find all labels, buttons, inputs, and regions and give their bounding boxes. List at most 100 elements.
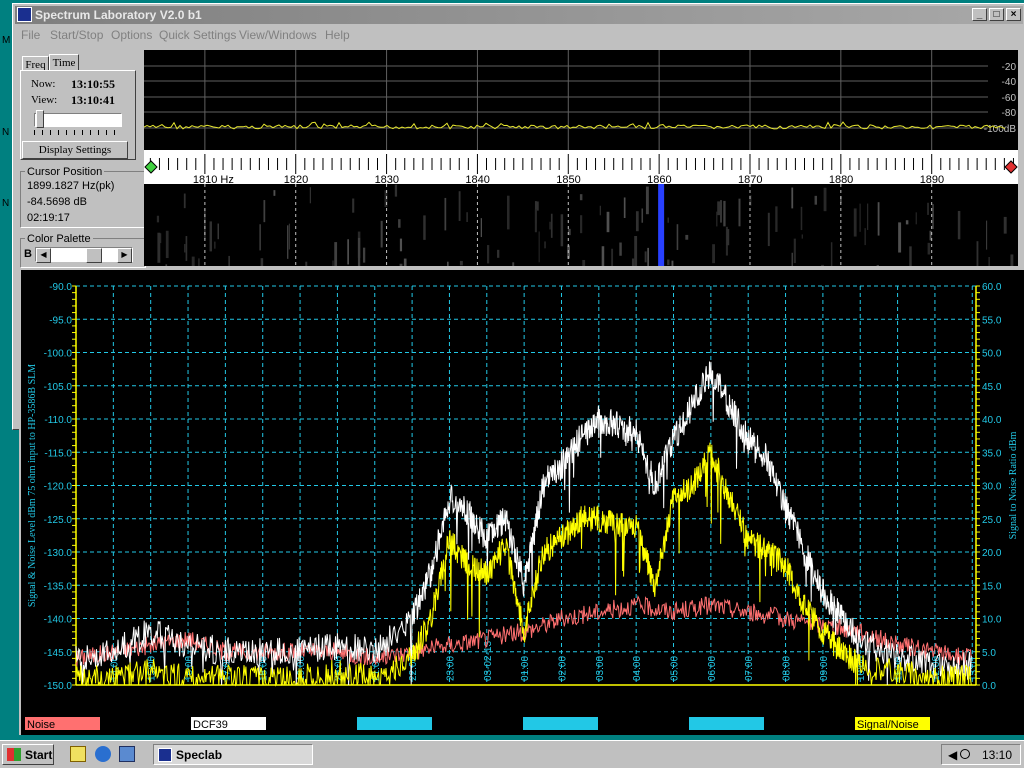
x-tick-label: 06:00 xyxy=(707,656,718,681)
waterfall-streak xyxy=(183,193,186,209)
db-label: -100dB xyxy=(984,124,1017,135)
palette-slider[interactable]: ◀ ▶ xyxy=(35,247,133,263)
waterfall-streak xyxy=(635,211,639,232)
waterfall-streak xyxy=(217,223,219,240)
db-label: -60 xyxy=(1002,93,1017,104)
waterfall-streak xyxy=(932,204,934,229)
waterfall-streak xyxy=(579,194,583,201)
db-label: -20 xyxy=(1002,62,1017,73)
task-label: Speclab xyxy=(176,748,223,762)
frequency-label: 1820 xyxy=(284,174,308,184)
speaker-icon[interactable]: ◀ xyxy=(948,748,957,762)
y2-tick-label: 30.0 xyxy=(982,482,1002,493)
waterfall-streak xyxy=(859,203,861,232)
menu-file[interactable]: File xyxy=(21,26,40,44)
y-tick-label: -135.0 xyxy=(44,581,73,592)
y2-tick-label: 50.0 xyxy=(982,349,1002,360)
frequency-scale[interactable]: 1810 Hz 1820 1830 1840 1850 1860 1870 1880 1890 xyxy=(144,150,1018,184)
waterfall-streak xyxy=(423,215,426,240)
waterfall-streak xyxy=(976,241,979,266)
time-slider-track[interactable] xyxy=(34,113,122,127)
frequency-label: 1810 Hz xyxy=(193,174,234,184)
waterfall-display[interactable] xyxy=(144,184,1018,266)
waterfall-streak xyxy=(347,239,349,265)
waterfall-streak xyxy=(458,191,461,221)
y2-tick-label: 45.0 xyxy=(982,382,1002,393)
palette-slider-thumb[interactable] xyxy=(86,248,102,263)
waterfall-streak xyxy=(403,258,407,266)
channels-icon[interactable] xyxy=(119,746,135,762)
time-slider-thumb[interactable] xyxy=(36,110,44,128)
waterfall-streak xyxy=(185,236,188,261)
waterfall-streak xyxy=(601,246,605,266)
waterfall-streak xyxy=(877,202,880,236)
db-label: -40 xyxy=(1002,77,1017,88)
minimize-button[interactable]: _ xyxy=(972,8,987,21)
cursor-frequency: 1899.1827 Hz(pk) xyxy=(27,180,115,192)
chart-window: -90.0 60.0 -95.0 55.0 -100.0 50.0 -105.0 45.0 -1… xyxy=(19,268,1024,735)
view-label: View: xyxy=(31,94,58,106)
waterfall-streak xyxy=(165,264,168,266)
x-tick-label: 23:00 xyxy=(445,656,456,681)
side-letter: M xyxy=(2,35,11,46)
waterfall-streak xyxy=(867,203,869,230)
desktop-icon[interactable] xyxy=(70,746,86,762)
y2-tick-label: 10.0 xyxy=(982,615,1002,626)
y-tick-label: -125.0 xyxy=(44,515,73,526)
y-tick-label: -120.0 xyxy=(44,482,73,493)
internet-explorer-icon[interactable] xyxy=(95,746,111,762)
waterfall-streak xyxy=(909,246,912,266)
x-tick-label: 01:00 xyxy=(520,656,531,681)
close-button[interactable]: × xyxy=(1006,8,1021,21)
waterfall-streak xyxy=(582,259,586,266)
menu-start-stop[interactable]: Start/Stop xyxy=(50,26,103,44)
y2-tick-label: 55.0 xyxy=(982,315,1002,326)
frequency-scale-graph: 1810 Hz 1820 1830 1840 1850 1860 1870 1880 1890 xyxy=(144,154,1018,184)
start-button[interactable]: Start xyxy=(2,744,54,765)
frequency-label: 1860 xyxy=(647,174,671,184)
legend-label: DCF39 xyxy=(193,719,228,731)
waterfall-streak xyxy=(362,247,366,263)
waterfall-streak xyxy=(487,245,490,264)
x-tick-label: 08:00 xyxy=(782,656,793,681)
waterfall-streak xyxy=(647,247,649,266)
x-tick-label: 07:00 xyxy=(744,656,755,681)
title-bar[interactable]: Spectrum Laboratory V2.0 b1 _ □ × xyxy=(15,6,1023,24)
time-slider-ticks xyxy=(34,130,122,135)
waterfall-streak xyxy=(352,198,355,213)
waterfall-streak xyxy=(273,190,276,196)
display-settings-button[interactable]: Display Settings xyxy=(22,141,128,159)
app-icon xyxy=(17,7,32,22)
menu-help[interactable]: Help xyxy=(325,26,350,44)
scroll-right-icon[interactable]: ▶ xyxy=(117,248,132,263)
taskbar: Start Speclab ◀ 13:10 xyxy=(0,740,1024,768)
menu-options[interactable]: Options xyxy=(111,26,152,44)
menu-view-windows[interactable]: View/Windows xyxy=(239,26,317,44)
waterfall-streak xyxy=(623,197,626,219)
waterfall-streak xyxy=(157,232,161,263)
waterfall-graph xyxy=(156,184,1014,266)
waterfall-streak xyxy=(399,238,403,252)
waterfall-streak xyxy=(444,197,447,231)
left-marker-icon xyxy=(144,160,158,174)
scroll-left-icon[interactable]: ◀ xyxy=(36,248,51,263)
y2-tick-label: 60.0 xyxy=(982,282,1002,293)
side-letter: N xyxy=(2,198,10,209)
waterfall-streak xyxy=(988,256,990,266)
frequency-label: 1840 xyxy=(465,174,489,184)
menu-quick-settings[interactable]: Quick Settings xyxy=(159,26,236,44)
cursor-level: -84.5698 dB xyxy=(27,196,87,208)
waterfall-streak xyxy=(380,220,383,248)
spectrum-display[interactable]: -20 -40 -60 -80 -100dB xyxy=(144,50,1018,150)
side-letter: N xyxy=(2,127,10,138)
y-tick-label: -145.0 xyxy=(44,648,73,659)
maximize-button[interactable]: □ xyxy=(989,8,1004,21)
legend-swatch xyxy=(523,717,598,730)
task-speclab[interactable]: Speclab xyxy=(153,744,313,765)
waterfall-signal xyxy=(658,184,665,266)
left-axis-title: Signal & Noise Level dBm 75 ohm input to… xyxy=(27,364,38,607)
network-icon[interactable] xyxy=(960,749,970,759)
now-value: 13:10:55 xyxy=(71,77,115,91)
waterfall-streak xyxy=(726,229,730,246)
y-tick-label: -115.0 xyxy=(44,448,72,459)
